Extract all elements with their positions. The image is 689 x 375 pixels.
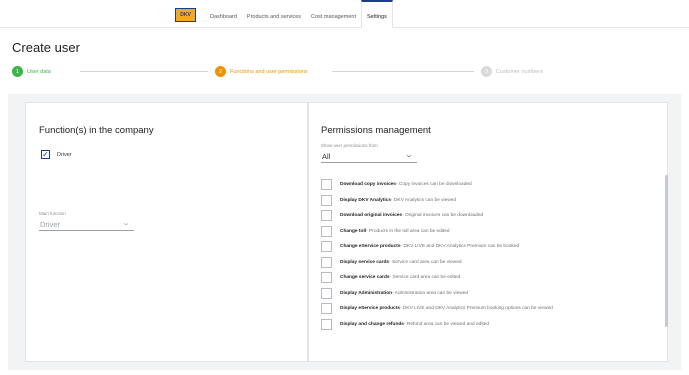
driver-checkbox-row[interactable]: ✓ Driver [41, 150, 72, 159]
permission-desc: - Service card area can be edited [389, 275, 461, 281]
permission-checkbox[interactable] [321, 256, 332, 268]
permission-checkbox[interactable] [321, 241, 332, 253]
step-label: Functions and user permissions [230, 68, 308, 75]
permission-item[interactable]: Change service cards - Service card area… [321, 270, 651, 286]
permission-item[interactable]: Display Administration - Administration … [321, 286, 651, 302]
step-label: User data [27, 68, 51, 75]
permission-desc: - Original invoices can be downloaded [402, 213, 484, 219]
driver-checkbox-label: Driver [57, 151, 72, 158]
permission-desc: - Service card area can be viewed [389, 259, 462, 265]
permission-item[interactable]: Display and change refunds - Refund area… [321, 317, 651, 333]
nav-tab-settings[interactable]: Settings [360, 0, 393, 28]
main-function-select[interactable]: Main function Driver ⌄ [39, 211, 134, 231]
nav-tab-dashboard[interactable]: Dashboard [205, 0, 242, 28]
functions-panel: Function(s) in the company ✓ Driver Main… [25, 102, 308, 362]
step-functions-and-permissions[interactable]: 2 Functions and user permissions [215, 66, 308, 77]
permission-desc: - Administration area can be viewed [392, 290, 469, 296]
main-function-value: Driver [40, 220, 60, 229]
permission-checkbox[interactable] [321, 272, 332, 284]
permission-name: Display Administration [340, 290, 393, 296]
permission-checkbox[interactable] [321, 210, 332, 222]
permissions-list: Download copy invoices - Copy invoices c… [321, 177, 651, 332]
permission-name: Display service cards [340, 259, 390, 265]
permission-name: Change eService products [340, 244, 401, 250]
permissions-filter-select[interactable]: Show user permissions from All ⌄ [321, 143, 417, 163]
driver-checkbox[interactable]: ✓ [41, 150, 50, 159]
nav-tab-products-and-services[interactable]: Products and services [242, 0, 306, 28]
step-user-data[interactable]: 1 User data [12, 66, 51, 77]
permission-name: Display and change refunds [340, 321, 404, 327]
permission-item[interactable]: Display DKV Analytics - DKV Analytics ca… [321, 193, 651, 209]
permission-checkbox[interactable] [321, 318, 332, 330]
permission-desc: - DKV Analytics can be viewed [391, 197, 457, 203]
dkv-logo[interactable]: DKV [175, 8, 196, 22]
nav-tab-cost-management[interactable]: Cost management [306, 0, 361, 28]
chevron-down-icon: ⌄ [404, 152, 414, 159]
logo-text: DKV [180, 11, 191, 18]
permissions-panel: Permissions management Show user permiss… [308, 102, 668, 362]
main-function-label: Main function [39, 211, 66, 216]
step-connector [80, 71, 208, 72]
permissions-scrollbar[interactable] [665, 175, 668, 327]
top-navigation-bar: DKV Dashboard Products and services Cost… [0, 0, 689, 28]
permissions-filter-value: All [322, 152, 331, 161]
permissions-filter-label: Show user permissions from [321, 143, 378, 148]
permission-checkbox[interactable] [321, 194, 332, 206]
step-number-circle: 1 [12, 66, 23, 77]
permission-desc: - DKV LIVE and DKV Analytics Premium can… [400, 244, 520, 250]
checkmark-icon: ✓ [42, 149, 49, 159]
permission-name: Change service cards [340, 275, 390, 281]
permission-name: Display DKV Analytics [340, 197, 392, 203]
step-number-circle: 3 [481, 66, 492, 77]
page-title: Create user [12, 40, 80, 55]
permission-name: Change toll [340, 228, 367, 234]
permission-desc: - Refund area can be viewed and edited [403, 321, 490, 327]
permission-desc: - DKV LIVE and DKV Analytics Premium boo… [400, 306, 553, 312]
chevron-down-icon: ⌄ [121, 220, 131, 227]
permission-item[interactable]: Display eService products - DKV LIVE and… [321, 301, 651, 317]
permission-name: Download original invoices [340, 213, 403, 219]
permission-checkbox[interactable] [321, 303, 332, 315]
permission-item[interactable]: Download copy invoices - Copy invoices c… [321, 177, 651, 193]
permission-checkbox[interactable] [321, 287, 332, 299]
permission-checkbox[interactable] [321, 179, 332, 191]
step-connector [332, 71, 474, 72]
permission-checkbox[interactable] [321, 225, 332, 237]
permission-item[interactable]: Change eService products - DKV LIVE and … [321, 239, 651, 255]
permission-item[interactable]: Change toll - Products in the toll area … [321, 224, 651, 240]
permissions-title: Permissions management [321, 125, 431, 136]
step-label: Customer numbers [496, 68, 543, 75]
permission-item[interactable]: Download original invoices - Original in… [321, 208, 651, 224]
permission-desc: - Products in the toll area can be edite… [366, 228, 450, 234]
content-area: Function(s) in the company ✓ Driver Main… [8, 94, 681, 370]
step-number-circle: 2 [215, 66, 226, 77]
functions-title: Function(s) in the company [39, 125, 154, 136]
step-customer-numbers: 3 Customer numbers [481, 66, 543, 77]
permission-name: Download copy invoices [340, 182, 396, 188]
permission-name: Display eService products [340, 306, 400, 312]
permission-item[interactable]: Display service cards - Service card are… [321, 255, 651, 271]
main-nav: Dashboard Products and services Cost man… [205, 0, 393, 28]
permission-desc: - Copy invoices can be downloaded [395, 182, 472, 188]
progress-stepper: 1 User data 2 Functions and user permiss… [12, 66, 572, 78]
